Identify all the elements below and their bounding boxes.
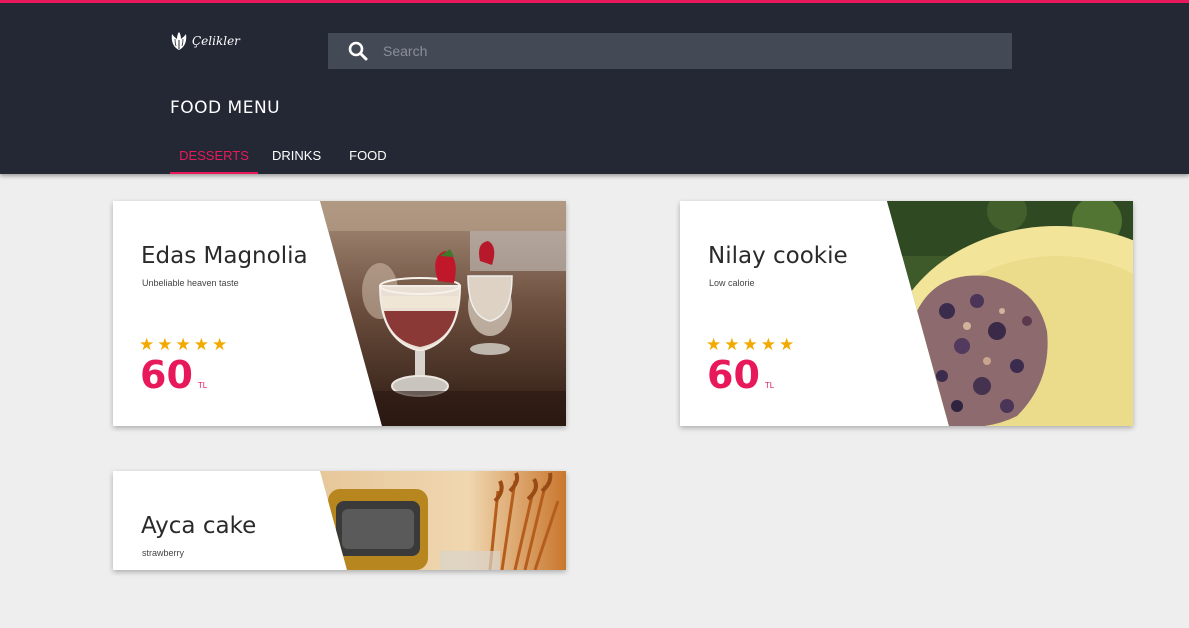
price-currency: TL: [764, 381, 775, 390]
rating-stars: ★★★★★: [706, 335, 798, 354]
price-currency: TL: [197, 381, 208, 390]
cookie-photo: [887, 201, 1133, 426]
cake-photo: [320, 471, 566, 570]
menu-item-card[interactable]: Nilay cookie Low calorie ★★★★★ 60 TL: [680, 201, 1133, 426]
menu-item-card[interactable]: Edas Magnolia Unbeliable heaven taste ★★…: [113, 201, 566, 426]
app-header: Çelikler FOOD MENU DESSERTS DRINKS FOOD: [0, 0, 1189, 174]
item-name: Ayca cake: [141, 513, 257, 539]
item-name: Edas Magnolia: [141, 243, 308, 269]
dessert-glass-photo: [320, 201, 566, 426]
price-value: 60: [707, 353, 760, 397]
tab-desserts[interactable]: DESSERTS: [170, 137, 258, 174]
item-name: Nilay cookie: [708, 243, 848, 269]
search-input[interactable]: [383, 33, 1012, 69]
rating-stars: ★★★★★: [139, 335, 231, 354]
tab-drinks[interactable]: DRINKS: [258, 137, 335, 174]
search-bar: [328, 33, 1012, 69]
search-icon[interactable]: [348, 41, 368, 61]
page-title: FOOD MENU: [170, 98, 281, 118]
item-description: Low calorie: [709, 278, 755, 288]
brand-logo[interactable]: Çelikler: [170, 31, 240, 51]
menu-item-card[interactable]: Ayca cake strawberry: [113, 471, 566, 570]
brand-name: Çelikler: [192, 34, 240, 48]
item-price: 60 TL: [707, 356, 774, 394]
price-value: 60: [140, 353, 193, 397]
tulip-logo-icon: [171, 32, 187, 50]
category-tabs: DESSERTS DRINKS FOOD: [170, 137, 401, 174]
item-description: Unbeliable heaven taste: [142, 278, 239, 288]
tab-food[interactable]: FOOD: [335, 137, 401, 174]
item-description: strawberry: [142, 548, 185, 558]
item-price: 60 TL: [140, 356, 207, 394]
